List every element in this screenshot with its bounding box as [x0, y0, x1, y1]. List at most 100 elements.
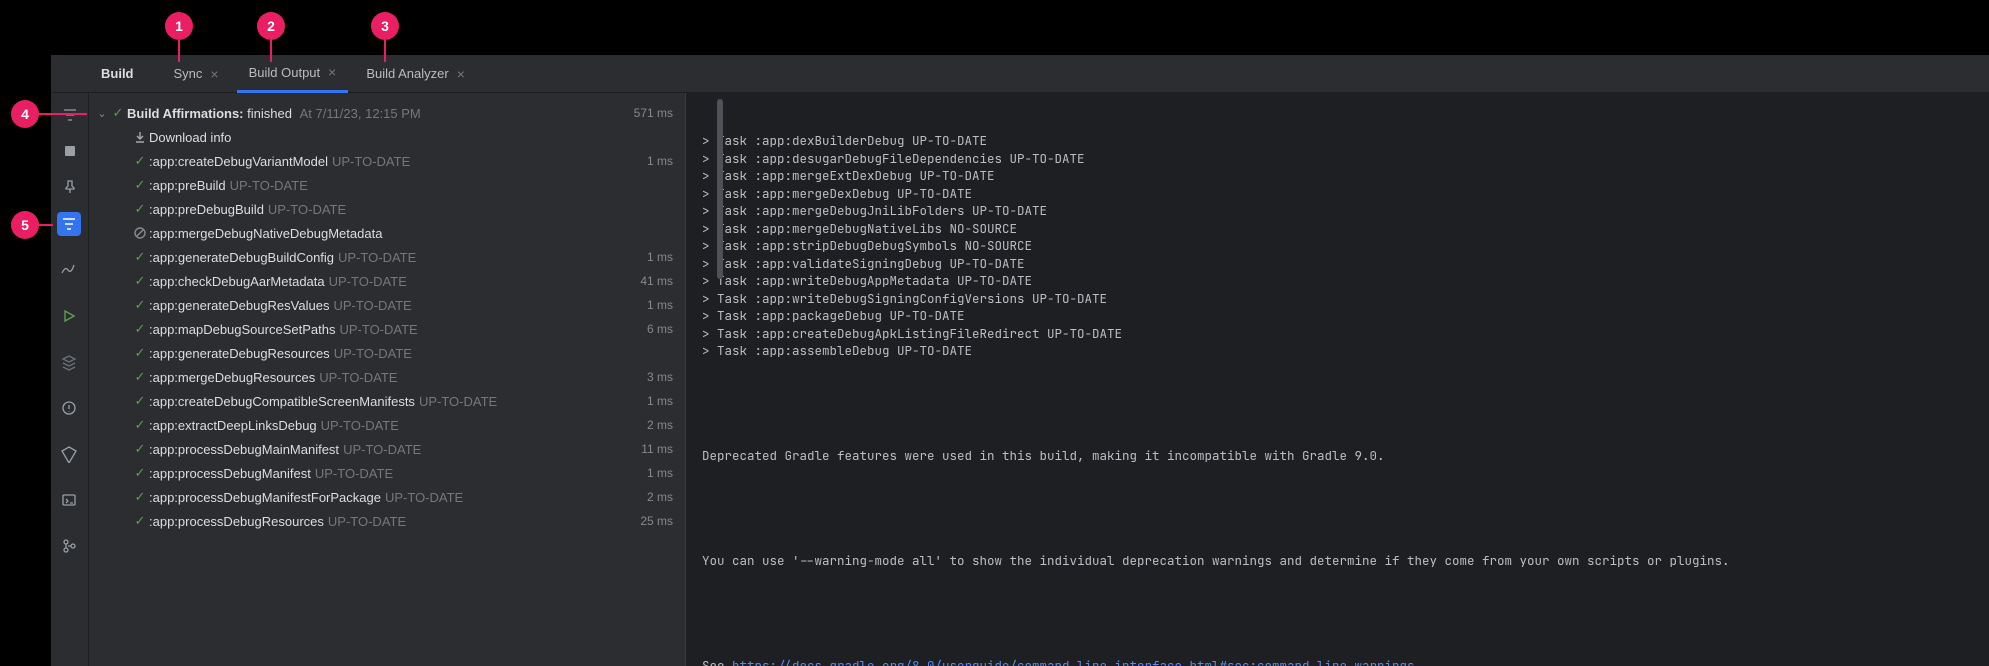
tree-item[interactable]: ✓:app:mapDebugSourceSetPathsUP-TO-DATE6 …: [89, 317, 685, 341]
close-icon[interactable]: ×: [210, 66, 218, 82]
app-inspection-icon[interactable]: [57, 350, 81, 374]
tree-item[interactable]: ✓:app:preBuildUP-TO-DATE: [89, 173, 685, 197]
callout-4: 4: [11, 100, 39, 128]
tree-item-duration: 11 ms: [641, 442, 673, 456]
tree-item-label: :app:processDebugMainManifestUP-TO-DATE: [149, 442, 641, 457]
tab-sync-label: Sync: [174, 66, 203, 81]
tree-item[interactable]: ✓:app:processDebugResourcesUP-TO-DATE25 …: [89, 509, 685, 533]
tree-item-label: :app:generateDebugResValuesUP-TO-DATE: [149, 298, 647, 313]
tab-build[interactable]: Build: [89, 55, 146, 93]
stop-icon[interactable]: [60, 141, 80, 161]
tab-analyzer-label: Build Analyzer: [366, 66, 448, 81]
check-icon: ✓: [131, 417, 149, 433]
tree-item-label: :app:createDebugVariantModelUP-TO-DATE: [149, 154, 647, 169]
pin-icon[interactable]: [60, 177, 80, 197]
callout-3: 3: [371, 12, 399, 40]
tree-item-duration: 2 ms: [647, 418, 673, 432]
tree-item[interactable]: ✓:app:createDebugCompatibleScreenManifes…: [89, 389, 685, 413]
tree-item-label: :app:generateDebugBuildConfigUP-TO-DATE: [149, 250, 647, 265]
tree-item[interactable]: ✓:app:extractDeepLinksDebugUP-TO-DATE2 m…: [89, 413, 685, 437]
tree-item[interactable]: ✓:app:checkDebugAarMetadataUP-TO-DATE41 …: [89, 269, 685, 293]
close-icon[interactable]: ×: [457, 66, 465, 82]
terminal-icon[interactable]: [57, 488, 81, 512]
console-output[interactable]: > Task :app:dexBuilderDebug UP-TO-DATE> …: [685, 93, 1989, 666]
check-icon: ✓: [131, 321, 149, 337]
build-tool-icon[interactable]: [57, 212, 81, 236]
tree-item[interactable]: ✓:app:generateDebugResourcesUP-TO-DATE: [89, 341, 685, 365]
check-icon: ✓: [131, 465, 149, 481]
download-icon: [131, 130, 149, 144]
tree-item-label: :app:checkDebugAarMetadataUP-TO-DATE: [149, 274, 640, 289]
tab-build-analyzer[interactable]: Build Analyzer ×: [354, 55, 477, 93]
build-tabbar: Build Sync × Build Output × Build Analyz…: [51, 55, 1989, 93]
console-line: > Task :app:createDebugApkListingFileRed…: [702, 325, 1973, 343]
tree-item-label: :app:extractDeepLinksDebugUP-TO-DATE: [149, 418, 647, 433]
tree-item[interactable]: ✓:app:processDebugMainManifestUP-TO-DATE…: [89, 437, 685, 461]
skip-icon: [131, 226, 149, 240]
console-line: > Task :app:mergeDexDebug UP-TO-DATE: [702, 185, 1973, 203]
tree-root-duration: 571 ms: [634, 106, 673, 120]
console-see: See https://docs.gradle.org/8.0/userguid…: [702, 657, 1973, 666]
console-warning-hint: You can use '--warning-mode all' to show…: [702, 552, 1973, 570]
tree-item[interactable]: ✓:app:createDebugVariantModelUP-TO-DATE1…: [89, 149, 685, 173]
tree-item[interactable]: ✓:app:preDebugBuildUP-TO-DATE: [89, 197, 685, 221]
tree-root-label: Build Affirmations: finished At 7/11/23,…: [127, 106, 634, 121]
tree-item[interactable]: Download info: [89, 125, 685, 149]
check-icon: ✓: [131, 297, 149, 313]
check-icon: ✓: [131, 249, 149, 265]
tree-item-duration: 41 ms: [640, 274, 673, 288]
tree-item-duration: 1 ms: [647, 298, 673, 312]
tree-item-duration: 1 ms: [647, 250, 673, 264]
tree-item[interactable]: ✓:app:mergeDebugResourcesUP-TO-DATE3 ms: [89, 365, 685, 389]
app-quality-icon[interactable]: [57, 442, 81, 466]
check-icon: ✓: [131, 345, 149, 361]
check-icon: ✓: [131, 177, 149, 193]
tree-item-duration: 1 ms: [647, 154, 673, 168]
tab-build-output[interactable]: Build Output ×: [237, 55, 349, 93]
check-icon: ✓: [131, 153, 149, 169]
tree-item[interactable]: :app:mergeDebugNativeDebugMetadata: [89, 221, 685, 245]
tree-scrollbar-thumb[interactable]: [717, 99, 723, 279]
tree-item[interactable]: ✓:app:generateDebugBuildConfigUP-TO-DATE…: [89, 245, 685, 269]
tree-item-label: :app:processDebugManifestUP-TO-DATE: [149, 466, 647, 481]
tab-build-label: Build: [101, 66, 134, 81]
console-line: > Task :app:packageDebug UP-TO-DATE: [702, 307, 1973, 325]
filter-icon[interactable]: [60, 105, 80, 125]
tree-item-label: :app:mergeDebugResourcesUP-TO-DATE: [149, 370, 647, 385]
console-line: > Task :app:assembleDebug UP-TO-DATE: [702, 342, 1973, 360]
tree-item[interactable]: ✓:app:generateDebugResValuesUP-TO-DATE1 …: [89, 293, 685, 317]
run-icon[interactable]: [57, 304, 81, 328]
tree-item[interactable]: ✓:app:processDebugManifestUP-TO-DATE1 ms: [89, 461, 685, 485]
tree-item-duration: 3 ms: [647, 370, 673, 384]
console-line: > Task :app:dexBuilderDebug UP-TO-DATE: [702, 132, 1973, 150]
tree-item-label: :app:preDebugBuildUP-TO-DATE: [149, 202, 673, 217]
tree-item-duration: 2 ms: [647, 490, 673, 504]
vcs-icon[interactable]: [57, 534, 81, 558]
tree-item-duration: 25 ms: [640, 514, 673, 528]
console-line: > Task :app:stripDebugDebugSymbols NO-SO…: [702, 237, 1973, 255]
tree-item-label: :app:processDebugManifestForPackageUP-TO…: [149, 490, 647, 505]
callout-1: 1: [165, 12, 193, 40]
tree-item-duration: 1 ms: [647, 466, 673, 480]
problems-icon[interactable]: [57, 396, 81, 420]
close-icon[interactable]: ×: [328, 64, 336, 80]
tree-item-label: :app:mergeDebugNativeDebugMetadata: [149, 226, 673, 241]
profiler-icon[interactable]: [57, 258, 81, 282]
check-icon: ✓: [131, 441, 149, 457]
tree-root[interactable]: ⌄ ✓ Build Affirmations: finished At 7/11…: [89, 101, 685, 125]
callout-5: 5: [11, 211, 39, 239]
console-line: > Task :app:writeDebugSigningConfigVersi…: [702, 290, 1973, 308]
tree-item-label: :app:preBuildUP-TO-DATE: [149, 178, 673, 193]
check-icon: ✓: [131, 273, 149, 289]
tree-item-duration: 6 ms: [647, 322, 673, 336]
console-line: > Task :app:desugarDebugFileDependencies…: [702, 150, 1973, 168]
tree-scrollbar[interactable]: [715, 93, 725, 666]
check-icon: ✓: [131, 489, 149, 505]
gradle-docs-link[interactable]: https://docs.gradle.org/8.0/userguide/co…: [732, 657, 1415, 666]
build-content: ⌄ ✓ Build Affirmations: finished At 7/11…: [51, 93, 1989, 666]
tab-sync[interactable]: Sync ×: [162, 55, 231, 93]
tree-item[interactable]: ✓:app:processDebugManifestForPackageUP-T…: [89, 485, 685, 509]
build-tree[interactable]: ⌄ ✓ Build Affirmations: finished At 7/11…: [89, 93, 685, 666]
tree-item-duration: 1 ms: [647, 394, 673, 408]
chevron-down-icon[interactable]: ⌄: [95, 107, 109, 120]
